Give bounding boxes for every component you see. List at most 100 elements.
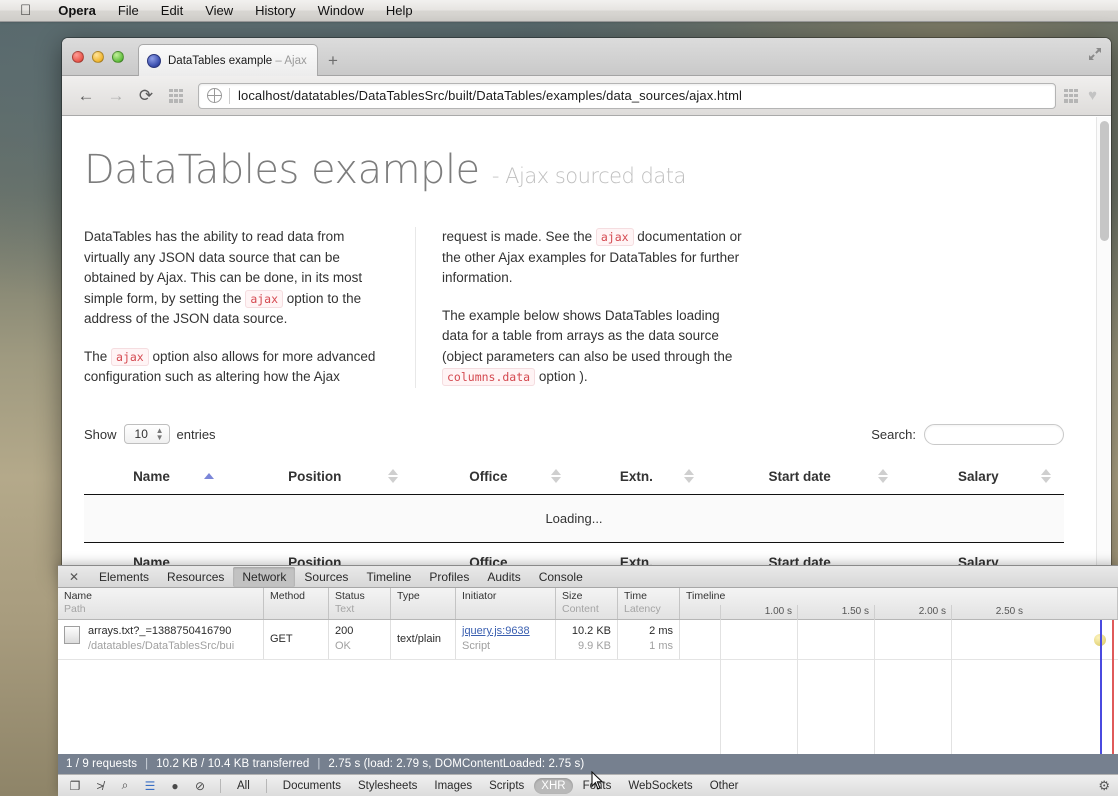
column-header-salary[interactable]: Salary — [900, 458, 1064, 495]
gear-icon[interactable]: ⚙ — [1098, 778, 1110, 794]
address-bar[interactable]: localhost/datatables/DataTablesSrc/built… — [198, 82, 1057, 109]
header-timeline[interactable]: Timeline 1.00 s 1.50 s 2.00 s 2.50 s — [680, 588, 1118, 620]
divider — [220, 778, 221, 793]
page-title: DataTables example - Ajax sourced data — [84, 147, 686, 193]
request-name: arrays.txt?_=1388750416790 — [88, 625, 232, 637]
menu-item-file[interactable]: File — [107, 3, 150, 18]
menu-item-help[interactable]: Help — [375, 3, 424, 18]
header-type[interactable]: Type — [391, 588, 456, 619]
paragraph: The example below shows DataTables loadi… — [442, 307, 733, 386]
console-drawer-icon[interactable]: ≯ — [89, 777, 111, 795]
page-content: DataTables example - Ajax sourced data D… — [62, 117, 1111, 572]
menu-item-window[interactable]: Window — [307, 3, 375, 18]
clear-icon[interactable]: ⊘ — [189, 777, 211, 795]
search-label: Search: — [871, 426, 916, 442]
url-separator — [229, 87, 230, 104]
scrollbar-thumb[interactable] — [1100, 121, 1109, 241]
sort-icon — [877, 469, 888, 483]
dock-icon[interactable]: ❐ — [64, 777, 86, 795]
header-status[interactable]: Status Text — [329, 588, 391, 619]
close-window-button[interactable] — [72, 51, 84, 63]
menu-item-view[interactable]: View — [194, 3, 244, 18]
transferred-size: 10.2 KB / 10.4 KB transferred — [156, 758, 310, 770]
tab-elements[interactable]: Elements — [90, 567, 158, 587]
filter-all[interactable]: All — [230, 778, 257, 794]
tab-network[interactable]: Network — [233, 566, 296, 587]
table-body: Loading... — [84, 494, 1064, 543]
filter-other[interactable]: Other — [703, 778, 746, 794]
sort-icon — [387, 469, 398, 483]
column-header-office[interactable]: Office — [410, 458, 574, 495]
header-method[interactable]: Method — [264, 588, 329, 619]
tab-console[interactable]: Console — [530, 567, 592, 587]
column-header-start-date[interactable]: Start date — [706, 458, 901, 495]
inline-code: ajax — [595, 228, 634, 246]
forward-button[interactable]: → — [102, 83, 130, 109]
timeline-grid — [680, 620, 1118, 754]
column-header-extn[interactable]: Extn. — [573, 458, 707, 495]
inline-code: ajax — [111, 347, 149, 366]
inline-code: ajax — [245, 289, 284, 308]
intro-left-column: DataTables has the ability to read data … — [84, 227, 416, 388]
column-header-position[interactable]: Position — [226, 458, 411, 495]
filter-images[interactable]: Images — [427, 778, 479, 794]
entries-select[interactable]: 10 — [123, 424, 170, 444]
zoom-window-button[interactable] — [112, 51, 124, 63]
cell-name[interactable]: arrays.txt?_=1388750416790 /datatables/D… — [58, 620, 264, 659]
tab-sources[interactable]: Sources — [295, 567, 357, 587]
search-icon[interactable]: ⌕ — [114, 777, 136, 795]
menu-item-edit[interactable]: Edit — [150, 3, 194, 18]
record-icon[interactable]: ● — [164, 777, 186, 795]
page-viewport: DataTables example - Ajax sourced data D… — [62, 117, 1111, 572]
header-name[interactable]: Name Path — [58, 588, 264, 619]
filter-documents[interactable]: Documents — [276, 778, 348, 794]
filter-xhr[interactable]: XHR — [534, 777, 573, 794]
header-time[interactable]: Time Latency — [618, 588, 680, 619]
page-scrollbar[interactable] — [1096, 117, 1111, 572]
fullscreen-icon[interactable] — [1087, 46, 1103, 62]
devtools-panel: ✕ Elements Resources Network Sources Tim… — [58, 565, 1118, 796]
search-input[interactable] — [924, 423, 1064, 445]
domcontentloaded-event-line — [1100, 620, 1102, 754]
menu-item-opera[interactable]: Opera — [47, 3, 107, 18]
length-control: Show 10 ▲ ▼ entries — [84, 424, 216, 444]
tab-profiles[interactable]: Profiles — [420, 567, 478, 587]
new-tab-button[interactable]: + — [328, 52, 338, 69]
extensions-grid-icon[interactable] — [1064, 88, 1079, 103]
tab-resources[interactable]: Resources — [158, 567, 233, 587]
column-header-name[interactable]: Name — [84, 458, 227, 495]
tick-2: 1.50 s — [797, 605, 873, 620]
heart-icon[interactable]: ♥ — [1088, 88, 1097, 103]
list-icon[interactable]: ☰ — [139, 777, 161, 795]
sort-icon — [550, 469, 561, 483]
filter-scripts[interactable]: Scripts — [482, 778, 531, 794]
network-status-bar: 1 / 9 requests | 10.2 KB / 10.4 KB trans… — [58, 754, 1118, 774]
header-initiator[interactable]: Initiator — [456, 588, 556, 619]
close-icon[interactable]: ✕ — [66, 570, 82, 584]
table-row: Loading... — [84, 494, 1064, 543]
menu-item-history[interactable]: History — [244, 3, 306, 18]
divider — [265, 778, 267, 793]
tab-audits[interactable]: Audits — [478, 567, 529, 587]
back-button[interactable]: ← — [72, 83, 100, 109]
tab-timeline[interactable]: Timeline — [357, 567, 420, 587]
separator: | — [145, 758, 149, 770]
datatable: Show 10 ▲ ▼ entries Search: Name Positio… — [84, 423, 1064, 572]
reload-button[interactable]: ⟳ — [132, 83, 160, 109]
apple-logo-icon[interactable]:  — [20, 3, 31, 18]
browser-tab[interactable]: DataTables example – Ajax — [138, 44, 318, 76]
header-size[interactable]: Size Content — [556, 588, 618, 619]
load-event-line — [1112, 620, 1114, 754]
sort-icon — [1041, 469, 1051, 483]
minimize-window-button[interactable] — [92, 51, 104, 63]
page-subtitle: - Ajax sourced data — [491, 164, 686, 188]
initiator-link[interactable]: jquery.js:9638 — [462, 624, 549, 639]
filter-websockets[interactable]: WebSockets — [621, 778, 699, 794]
filter-stylesheets[interactable]: Stylesheets — [351, 778, 424, 794]
window-controls — [72, 51, 124, 63]
tick-3: 2.00 s — [874, 605, 950, 620]
network-table-body: arrays.txt?_=1388750416790 /datatables/D… — [58, 620, 1118, 754]
paragraph: request is made. See the ajax documentat… — [442, 228, 742, 285]
search-control: Search: — [871, 423, 1064, 445]
speed-dial-icon[interactable] — [162, 83, 190, 109]
